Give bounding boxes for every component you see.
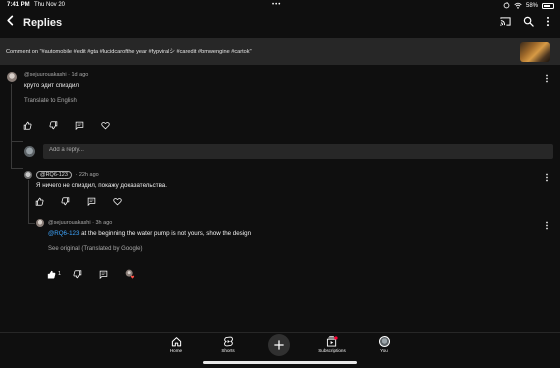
status-indicators: 58% — [503, 2, 554, 9]
reply-time: 3h ago — [95, 220, 113, 226]
orientation-lock-icon — [503, 2, 510, 9]
liked-icon[interactable] — [47, 270, 56, 279]
heart-icon[interactable] — [113, 197, 122, 206]
subscriptions-icon — [326, 336, 338, 347]
more-options-icon[interactable] — [546, 16, 550, 27]
reply-actions: 1 — [47, 269, 151, 279]
reply-text: Я ничего не спиздил, покажу доказательст… — [36, 182, 167, 189]
creator-badge[interactable]: @RQ6-123 — [36, 171, 72, 179]
nav-subscriptions[interactable]: Subscriptions — [307, 336, 357, 353]
cast-icon[interactable] — [500, 16, 511, 27]
comment-menu-icon[interactable] — [545, 74, 549, 83]
comment-actions — [23, 121, 127, 130]
reply-time: 22h ago — [78, 172, 99, 178]
reply-author[interactable]: @sejuurouakashi — [48, 220, 91, 226]
comment-author[interactable]: @sejuurouakashi — [24, 72, 67, 78]
dislike-icon[interactable] — [61, 197, 70, 206]
creator-heart-icon[interactable] — [125, 269, 135, 279]
comment-meta: @sejuurouakashi · 1d ago — [24, 72, 89, 78]
dislike-icon[interactable] — [73, 269, 82, 279]
comment-context-banner[interactable]: Comment on "#automobile #edit #gta #luci… — [0, 38, 560, 65]
multitasking-dots[interactable]: ••• — [272, 2, 281, 8]
translate-link[interactable]: Translate to English — [24, 98, 77, 104]
plus-icon — [274, 340, 284, 350]
avatar[interactable] — [36, 219, 44, 227]
like-count: 1 — [58, 271, 62, 277]
shorts-icon — [223, 336, 233, 347]
reply-actions — [35, 197, 139, 206]
reply-menu-icon[interactable] — [545, 173, 549, 182]
like-icon[interactable] — [23, 121, 32, 130]
app-header: Replies — [0, 12, 560, 34]
thread-line — [28, 180, 29, 223]
dislike-icon[interactable] — [49, 121, 58, 130]
comment-time: 1d ago — [71, 72, 89, 78]
nav-shorts[interactable]: Shorts — [203, 336, 253, 353]
reply-icon[interactable] — [99, 270, 108, 279]
thread-line — [11, 168, 23, 169]
thread-line — [11, 141, 23, 142]
page-title: Replies — [23, 17, 63, 29]
status-date: Thu Nov 20 — [34, 2, 66, 8]
reply-icon[interactable] — [87, 197, 96, 206]
wifi-icon — [514, 2, 522, 9]
header-actions — [500, 16, 550, 27]
nav-shorts-label: Shorts — [221, 348, 235, 353]
reply-meta: @sejuurouakashi · 3h ago — [48, 220, 113, 226]
comment-text: круто эдит спиздил — [24, 82, 80, 89]
nav-home[interactable]: Home — [151, 336, 201, 353]
reply-box[interactable] — [43, 144, 553, 159]
user-avatar — [24, 146, 35, 157]
heart-icon[interactable] — [101, 121, 110, 130]
thread-line — [11, 84, 12, 168]
nav-subscriptions-label: Subscriptions — [318, 348, 346, 353]
thread-line — [28, 223, 35, 224]
nav-you[interactable]: You — [359, 336, 409, 353]
back-arrow-icon[interactable] — [5, 15, 16, 26]
nav-you-label: You — [380, 348, 388, 353]
status-bar: 7:41 PM Thu Nov 20 ••• 58% — [0, 0, 560, 12]
you-avatar — [378, 336, 390, 347]
video-thumbnail[interactable] — [520, 42, 550, 62]
reply-meta: @RQ6-123 · 22h ago — [36, 171, 99, 179]
reply-text-body: at the beginning the water pump is not y… — [79, 230, 252, 237]
search-icon[interactable] — [523, 16, 534, 27]
home-icon — [171, 337, 181, 347]
reply-icon[interactable] — [75, 121, 84, 130]
status-time: 7:41 PM — [7, 2, 30, 8]
battery-percent: 58% — [525, 2, 538, 9]
comment-context-text: Comment on "#automobile #edit #gta #luci… — [6, 49, 252, 55]
nav-home-label: Home — [169, 348, 183, 353]
like-icon[interactable] — [35, 197, 44, 206]
reply-text: @RQ6-123 at the beginning the water pump… — [48, 230, 251, 237]
reply-input[interactable] — [49, 147, 529, 153]
see-original-link[interactable]: See original (Translated by Google) — [48, 246, 143, 252]
create-button[interactable] — [268, 334, 290, 356]
battery-icon — [542, 2, 554, 9]
avatar[interactable] — [7, 72, 17, 82]
home-indicator[interactable] — [203, 361, 357, 364]
avatar[interactable] — [24, 171, 32, 179]
reply-menu-icon[interactable] — [545, 221, 549, 230]
mention-link[interactable]: @RQ6-123 — [48, 230, 79, 237]
